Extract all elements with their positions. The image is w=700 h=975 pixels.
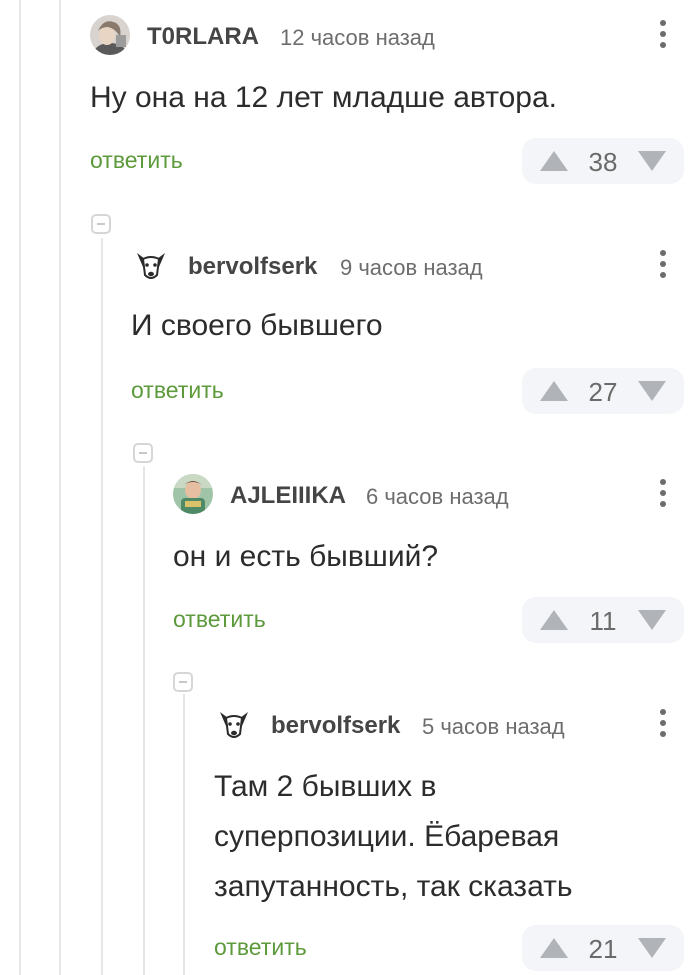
thread-line xyxy=(59,0,61,975)
dog-avatar-icon xyxy=(131,245,171,285)
comment-header: bervolfserk 5 часов назад xyxy=(214,704,700,744)
collapse-button[interactable] xyxy=(173,672,193,692)
comment-time: 5 часов назад xyxy=(422,714,565,739)
thread-line xyxy=(19,0,21,975)
comment-text-line: он и есть бывший? xyxy=(173,540,439,573)
author-name[interactable]: bervolfserk xyxy=(188,253,317,281)
comment-text-line: суперпозиции. Ёбаревая xyxy=(214,820,560,853)
arrow-down-icon[interactable] xyxy=(638,938,666,958)
avatar[interactable] xyxy=(90,15,130,55)
comment-text-line: Ну она на 12 лет младше автора. xyxy=(90,81,557,114)
avatar[interactable] xyxy=(173,474,213,514)
arrow-up-icon[interactable] xyxy=(540,610,568,630)
reply-link[interactable]: ответить xyxy=(90,147,183,174)
avatar[interactable] xyxy=(131,245,171,285)
arrow-down-icon[interactable] xyxy=(638,610,666,630)
comment-time: 9 часов назад xyxy=(340,255,483,280)
comment: T0RLARA 12 часов назад Ну она на 12 лет … xyxy=(90,15,700,205)
comment-time: 12 часов назад xyxy=(280,25,435,50)
comment-header: T0RLARA 12 часов назад xyxy=(90,15,700,55)
thread-line xyxy=(143,466,145,975)
rating-value: 21 xyxy=(588,934,618,964)
author-name[interactable]: AJLEIIIKA xyxy=(230,482,346,510)
rating-value: 11 xyxy=(589,606,617,636)
rating-widget: 11 xyxy=(522,597,684,643)
rating-widget: 21 xyxy=(522,925,684,971)
reply-link[interactable]: ответить xyxy=(173,606,266,633)
comment-text-line: запутанность, так сказать xyxy=(214,870,573,903)
collapse-button[interactable] xyxy=(133,443,153,463)
comment: bervolfserk 5 часов назад Там 2 бывших в… xyxy=(214,704,700,975)
arrow-up-icon[interactable] xyxy=(540,381,568,401)
comment-text: Ну она на 12 лет младше автора. xyxy=(90,73,557,123)
author-name[interactable]: T0RLARA xyxy=(147,23,259,51)
thread-line xyxy=(183,694,185,975)
dog-avatar-icon xyxy=(214,704,254,744)
collapse-button[interactable] xyxy=(91,214,111,234)
avatar-photo-icon xyxy=(173,474,213,514)
comment-header: AJLEIIIKA 6 часов назад xyxy=(173,474,700,514)
more-options-icon[interactable] xyxy=(658,706,668,742)
arrow-up-icon[interactable] xyxy=(540,938,568,958)
comment-time: 6 часов назад xyxy=(366,484,509,509)
rating-value: 38 xyxy=(588,147,618,177)
more-options-icon[interactable] xyxy=(658,247,668,283)
comment-text: Там 2 бывших в суперпозиции. Ёбаревая за… xyxy=(214,762,572,912)
comment-header: bervolfserk 9 часов назад xyxy=(131,245,700,285)
comment-text-line: Там 2 бывших в xyxy=(214,770,437,803)
comment-text: он и есть бывший? xyxy=(173,532,438,582)
rating-widget: 27 xyxy=(522,368,684,414)
arrow-up-icon[interactable] xyxy=(540,151,568,171)
arrow-down-icon[interactable] xyxy=(638,151,666,171)
reply-link[interactable]: ответить xyxy=(131,377,224,404)
avatar-photo-icon xyxy=(90,15,130,55)
arrow-down-icon[interactable] xyxy=(638,381,666,401)
thread-line xyxy=(101,238,103,975)
comment-text: И своего бывшего xyxy=(131,301,383,351)
comment: bervolfserk 9 часов назад И своего бывше… xyxy=(131,245,700,435)
rating-widget: 38 xyxy=(522,138,684,184)
author-name[interactable]: bervolfserk xyxy=(271,712,400,740)
reply-link[interactable]: ответить xyxy=(214,934,307,961)
comment-text-line: И своего бывшего xyxy=(131,309,383,342)
comment: AJLEIIIKA 6 часов назад он и есть бывший… xyxy=(173,474,700,664)
rating-value: 27 xyxy=(588,377,618,407)
avatar[interactable] xyxy=(214,704,254,744)
more-options-icon[interactable] xyxy=(658,476,668,512)
more-options-icon[interactable] xyxy=(658,17,668,53)
